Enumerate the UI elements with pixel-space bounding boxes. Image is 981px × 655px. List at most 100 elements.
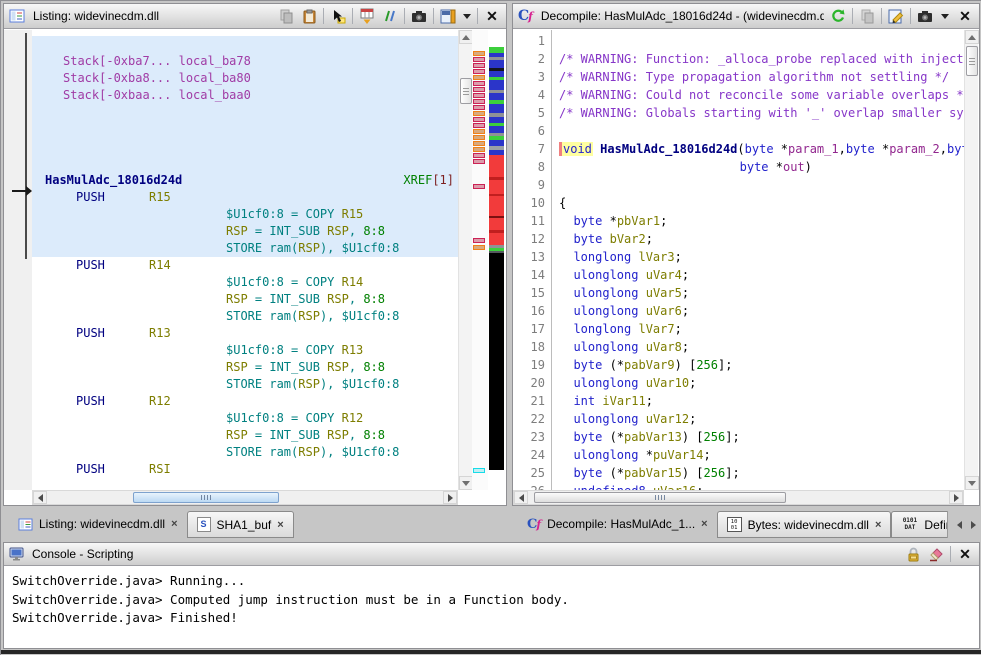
nav-marker[interactable] bbox=[473, 141, 485, 146]
decompile-line[interactable]: ulonglong uVar12; bbox=[559, 410, 964, 428]
scroll-up-arrow[interactable] bbox=[459, 30, 473, 44]
listing-line[interactable]: RSP = INT_SUB RSP, 8:8 bbox=[32, 291, 458, 308]
nav-marker[interactable] bbox=[473, 99, 485, 104]
listing-line[interactable] bbox=[32, 36, 458, 53]
refresh-icon[interactable] bbox=[829, 7, 847, 25]
listing-line[interactable]: PUSHR13 bbox=[32, 325, 458, 342]
decompile-line[interactable] bbox=[559, 32, 964, 50]
listing-overview-bar[interactable] bbox=[488, 30, 506, 490]
decompile-line[interactable]: byte *out) bbox=[559, 158, 964, 176]
scrollbar-thumb[interactable] bbox=[460, 78, 472, 104]
listing-line[interactable]: RSP = INT_SUB RSP, 8:8 bbox=[32, 359, 458, 376]
listing-marker-margin[interactable] bbox=[472, 30, 488, 490]
decompile-line[interactable]: ulonglong uVar6; bbox=[559, 302, 964, 320]
decompile-line[interactable]: /* WARNING: Type propagation algorithm n… bbox=[559, 68, 964, 86]
nav-marker[interactable] bbox=[473, 159, 485, 164]
decompile-line[interactable]: byte *pbVar1; bbox=[559, 212, 964, 230]
update-listing-icon[interactable] bbox=[358, 7, 376, 25]
listing-line[interactable]: RSP = INT_SUB RSP, 8:8 bbox=[32, 223, 458, 240]
decompile-line[interactable] bbox=[559, 122, 964, 140]
decompile-line[interactable] bbox=[559, 176, 964, 194]
nav-marker[interactable] bbox=[473, 123, 485, 128]
scroll-right-arrow[interactable] bbox=[949, 491, 963, 504]
listing-line[interactable]: $U1cf0:8 = COPY R15 bbox=[32, 206, 458, 223]
xref-field[interactable]: XREF[1] bbox=[403, 172, 454, 189]
decompile-line[interactable]: ulonglong uVar5; bbox=[559, 284, 964, 302]
nav-marker[interactable] bbox=[473, 105, 485, 110]
listing-line[interactable]: HasMulAdc_18016d24dXREF[1] bbox=[32, 172, 458, 189]
nav-marker[interactable] bbox=[473, 245, 485, 250]
nav-marker[interactable] bbox=[473, 184, 485, 189]
nav-marker[interactable] bbox=[473, 87, 485, 92]
nav-marker[interactable] bbox=[473, 111, 485, 116]
nav-marker[interactable] bbox=[473, 147, 485, 152]
decompile-tab-bytes-widevinecdm-dll[interactable]: 1001Bytes: widevinecdm.dll× bbox=[717, 511, 892, 538]
scroll-left-arrow[interactable] bbox=[33, 491, 47, 504]
copy-icon[interactable] bbox=[858, 7, 876, 25]
listing-line[interactable]: Stack[-0xbaa... local_baa0 bbox=[32, 87, 458, 104]
decompile-line[interactable]: { bbox=[559, 194, 964, 212]
decompile-line[interactable]: byte (*pabVar13) [256]; bbox=[559, 428, 964, 446]
scrollbar-thumb[interactable] bbox=[966, 46, 978, 76]
listing-line[interactable] bbox=[32, 138, 458, 155]
display-options-icon[interactable] bbox=[439, 7, 457, 25]
listing-vertical-scrollbar[interactable] bbox=[458, 30, 472, 490]
nav-marker[interactable] bbox=[473, 75, 485, 80]
scroll-up-arrow[interactable] bbox=[965, 30, 979, 44]
listing-horizontal-scrollbar[interactable] bbox=[32, 490, 458, 505]
scroll-down-arrow[interactable] bbox=[459, 476, 473, 490]
snapshot-camera-icon[interactable] bbox=[916, 7, 934, 25]
decompile-line[interactable]: /* WARNING: Could not reconcile some var… bbox=[559, 86, 964, 104]
scroll-down-arrow[interactable] bbox=[965, 476, 979, 490]
nav-marker[interactable] bbox=[473, 129, 485, 134]
cursor-icon[interactable] bbox=[329, 7, 347, 25]
decompile-line[interactable]: ulonglong uVar4; bbox=[559, 266, 964, 284]
decompile-line[interactable]: undefined8 uVar16; bbox=[559, 482, 964, 490]
listing-line[interactable]: STORE ram(RSP), $U1cf0:8 bbox=[32, 308, 458, 325]
decompile-line[interactable]: void HasMulAdc_18016d24d(byte *param_1,b… bbox=[559, 140, 964, 158]
listing-line[interactable]: $U1cf0:8 = COPY R12 bbox=[32, 410, 458, 427]
listing-line[interactable]: STORE ram(RSP), $U1cf0:8 bbox=[32, 240, 458, 257]
nav-marker[interactable] bbox=[473, 135, 485, 140]
decompile-code-area[interactable]: /* WARNING: Function: _alloca_probe repl… bbox=[552, 30, 964, 490]
scrollbar-thumb[interactable] bbox=[534, 492, 786, 503]
listing-line[interactable]: $U1cf0:8 = COPY R14 bbox=[32, 274, 458, 291]
nav-marker[interactable] bbox=[473, 93, 485, 98]
listing-line[interactable]: STORE ram(RSP), $U1cf0:8 bbox=[32, 376, 458, 393]
decompile-line[interactable]: longlong lVar7; bbox=[559, 320, 964, 338]
listing-line[interactable]: STORE ram(RSP), $U1cf0:8 bbox=[32, 444, 458, 461]
decompile-line[interactable]: longlong lVar3; bbox=[559, 248, 964, 266]
listing-line[interactable] bbox=[32, 104, 458, 121]
close-icon[interactable]: ✕ bbox=[483, 7, 501, 25]
listing-tab-listing-widevinecdm-dll[interactable]: Listing: widevinecdm.dll× bbox=[9, 510, 187, 538]
decompile-tab-decompile-hasmuladc-1-[interactable]: CfDecompile: HasMulAdc_1...× bbox=[518, 510, 717, 538]
listing-line[interactable]: $U1cf0:8 = COPY R13 bbox=[32, 342, 458, 359]
clear-console-eraser-icon[interactable] bbox=[927, 545, 945, 563]
scrollbar-thumb[interactable] bbox=[133, 492, 279, 503]
copy-icon[interactable] bbox=[277, 7, 295, 25]
decompile-line[interactable]: byte (*pabVar15) [256]; bbox=[559, 464, 964, 482]
decompile-line[interactable]: int iVar11; bbox=[559, 392, 964, 410]
listing-line[interactable]: PUSHRSI bbox=[32, 461, 458, 478]
close-icon[interactable]: ✕ bbox=[956, 545, 974, 563]
scroll-right-arrow[interactable] bbox=[443, 491, 457, 504]
listing-line[interactable] bbox=[32, 121, 458, 138]
panel-menu-caret-icon[interactable] bbox=[939, 7, 951, 25]
tab-scroll-right-icon[interactable] bbox=[966, 516, 980, 534]
decompile-horizontal-scrollbar[interactable] bbox=[513, 490, 964, 505]
listing-code-area[interactable]: Stack[-0xba7... local_ba78Stack[-0xba8..… bbox=[32, 30, 458, 490]
nav-marker[interactable] bbox=[473, 468, 485, 473]
listing-line[interactable]: RSP = INT_SUB RSP, 8:8 bbox=[32, 427, 458, 444]
decompile-line[interactable]: byte (*pabVar9) [256]; bbox=[559, 356, 964, 374]
decompile-line[interactable]: ulonglong *puVar14; bbox=[559, 446, 964, 464]
paste-icon[interactable] bbox=[300, 7, 318, 25]
decompile-tab-defined-strings[interactable]: 0101DATDefined Strings× bbox=[891, 511, 947, 538]
listing-tab-sha1-buf[interactable]: SSHA1_buf× bbox=[187, 511, 294, 538]
diff-view-icon[interactable] bbox=[381, 7, 399, 25]
decompile-line[interactable]: byte bVar2; bbox=[559, 230, 964, 248]
listing-line[interactable]: Stack[-0xba8... local_ba80 bbox=[32, 70, 458, 87]
snapshot-camera-icon[interactable] bbox=[410, 7, 428, 25]
tab-scroll-left-icon[interactable] bbox=[952, 516, 966, 534]
nav-marker[interactable] bbox=[473, 81, 485, 86]
tab-close-icon[interactable]: × bbox=[875, 519, 881, 531]
